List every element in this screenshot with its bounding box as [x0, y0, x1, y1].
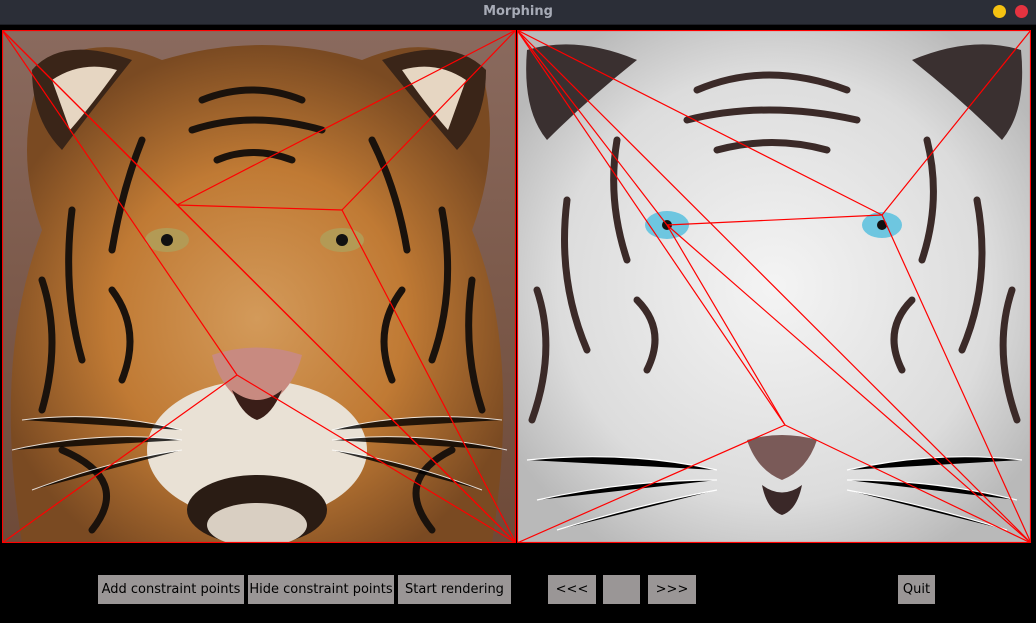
frame-counter-field[interactable]: [603, 575, 640, 604]
source-image-panel[interactable]: [2, 30, 516, 543]
orange-tiger-image: [2, 30, 516, 543]
quit-button[interactable]: Quit: [898, 575, 935, 604]
previous-frame-button[interactable]: <<<: [548, 575, 596, 604]
start-rendering-button[interactable]: Start rendering: [398, 575, 511, 604]
hide-constraint-points-button[interactable]: Hide constraint points: [248, 575, 394, 604]
add-constraint-points-button[interactable]: Add constraint points: [98, 575, 244, 604]
close-icon[interactable]: [1015, 5, 1028, 18]
window-title: Morphing: [483, 4, 553, 19]
title-bar[interactable]: Morphing: [0, 0, 1036, 25]
minimize-icon[interactable]: [993, 5, 1006, 18]
target-image-panel[interactable]: [517, 30, 1031, 543]
white-tiger-image: [517, 30, 1031, 543]
control-bar: Add constraint points Hide constraint po…: [0, 543, 1036, 623]
next-frame-button[interactable]: >>>: [648, 575, 696, 604]
morphing-window: Morphing Add constraint points Hide cons…: [0, 0, 1036, 623]
